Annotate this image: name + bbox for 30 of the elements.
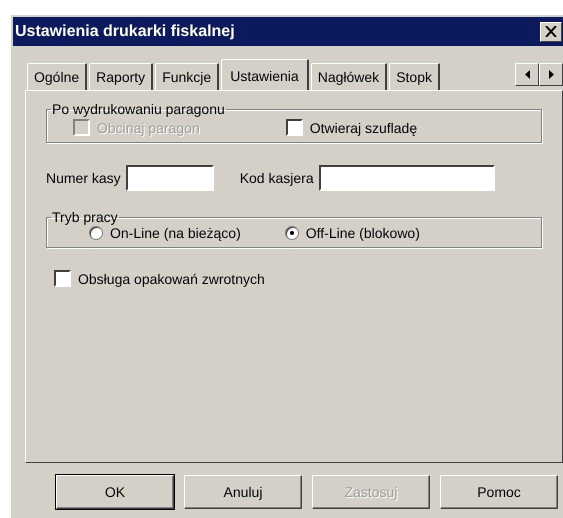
checkbox-label: Otwieraj szufladę (310, 120, 418, 136)
scroll-right-button[interactable] (539, 63, 563, 86)
dialog-button[interactable]: Anuluj (184, 475, 302, 509)
checkbox[interactable] (286, 119, 303, 136)
checkbox[interactable] (54, 270, 71, 287)
tab[interactable]: Raporty (89, 63, 154, 90)
checkbox-label: Obsługa opakowań zwrotnych (78, 270, 265, 286)
field-label: Kod kasjera (240, 170, 314, 186)
radio-button[interactable] (89, 226, 103, 240)
input-field[interactable] (126, 165, 214, 191)
tab[interactable]: Ustawienia (221, 59, 309, 90)
radio-button[interactable] (284, 226, 299, 240)
group-title: Po wydrukowaniu paragonu (51, 101, 226, 117)
tab[interactable]: Ogólne (27, 63, 88, 90)
dialog-button[interactable]: OK (56, 475, 174, 509)
left-arrow-icon (524, 70, 530, 79)
close-icon (545, 26, 557, 37)
group-title: Tryb pracy (51, 209, 119, 225)
tab[interactable]: Nagłówek (310, 63, 388, 90)
input-field[interactable] (318, 165, 495, 191)
field-label: Numer kasy (46, 170, 121, 186)
scroll-left-button[interactable] (515, 63, 539, 86)
radio-label: On-Line (na bieżąco) (110, 225, 241, 241)
tab[interactable]: Stopk (389, 63, 440, 90)
tab[interactable]: Funkcje (155, 63, 220, 90)
dialog-button[interactable]: Pomoc (440, 475, 558, 509)
radio-label: Off-Line (blokowo) (306, 225, 420, 241)
close-button[interactable] (540, 22, 562, 42)
right-arrow-icon (548, 70, 554, 79)
window-title: Ustawienia drukarki fiskalnej (15, 22, 235, 40)
